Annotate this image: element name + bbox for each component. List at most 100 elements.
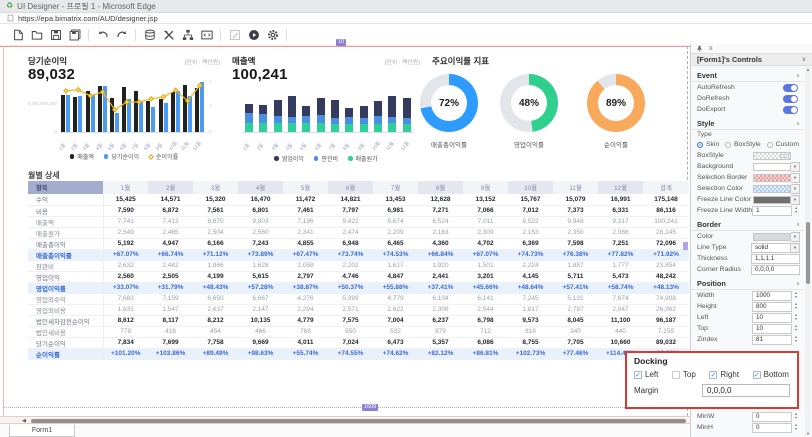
redo-icon[interactable] (112, 27, 131, 43)
scroll-left-icon[interactable]: ◀ (22, 418, 26, 424)
background-swatch[interactable] (753, 162, 791, 171)
column-header: 3월 (193, 181, 238, 194)
radio-icon[interactable] (766, 141, 773, 148)
property-row: MinH 0 ▲ ▼ (691, 422, 806, 433)
code-icon[interactable] (197, 27, 216, 43)
cell-value: 7,741 (103, 216, 148, 228)
spinner-arrows-icon[interactable]: ▲ ▼ (792, 313, 800, 323)
width-spinner[interactable]: 1000 (752, 290, 792, 301)
section-style[interactable]: Style ∧ (691, 118, 806, 130)
dropdown-icon[interactable]: ▼ (791, 194, 800, 205)
menu-icon[interactable]: ≡ (709, 46, 713, 52)
widget-revenue-chart[interactable]: 매출액 (단위 : 백만원) 100,241 1월 2월 3월 4월 5월 6월 7월 8월 9… (228, 51, 424, 169)
doexport-toggle[interactable] (783, 105, 798, 114)
dropdown-icon[interactable]: ▼ (791, 183, 800, 194)
cell-value: 6,798 (463, 315, 508, 327)
cell-value: 879 (418, 326, 463, 338)
height-spinner[interactable]: 800 (752, 301, 792, 312)
edit-icon[interactable] (225, 27, 244, 43)
open-folder-icon[interactable] (27, 27, 46, 43)
top-spinner[interactable]: 10 (752, 323, 792, 334)
section-event[interactable]: Event ∧ (691, 70, 806, 82)
cell-value: 4,746 (328, 271, 373, 283)
section-position[interactable]: Position ∧ (691, 278, 806, 290)
minw-spinner[interactable]: 0 (752, 411, 792, 422)
margin-input[interactable]: 0,0,0,0 (702, 384, 790, 397)
selection-color-swatch[interactable] (753, 184, 791, 193)
toolbar-separator (220, 28, 221, 41)
left-spinner[interactable]: 10 (752, 312, 792, 323)
ellipsis-button[interactable]: ... (780, 153, 789, 158)
horizontal-scrollbar[interactable]: ◀ (0, 416, 690, 424)
database-icon[interactable] (140, 27, 159, 43)
spinner-arrows-icon[interactable]: ▲ ▼ (792, 423, 800, 433)
settings-icon[interactable] (263, 27, 282, 43)
table-row: 당기순이익 7,834 7,699 7,758 9,669 4,011 7,024 6,473… (28, 337, 689, 349)
spinner-arrows-icon[interactable]: ▲ ▼ (792, 206, 800, 216)
radio-icon[interactable] (697, 141, 703, 148)
x-tick: 9월 (156, 143, 165, 152)
tab-form1[interactable]: Form1 (9, 425, 75, 437)
widget-net-income-chart[interactable]: 당기순이익 (단위 : 백만원) 89,032 6,000,000,000 0 … (24, 51, 224, 169)
scroll-down-icon[interactable]: ▼ (805, 431, 811, 436)
freeze-line-width-spinner[interactable]: 1 (752, 205, 793, 216)
autorefresh-toggle[interactable] (783, 83, 798, 92)
save-all-icon[interactable] (65, 27, 84, 43)
stack-segment (302, 123, 311, 132)
horizontal-scrollbar-thumb[interactable] (31, 418, 686, 423)
spinner-arrows-icon[interactable]: ▲ ▼ (792, 291, 800, 301)
column-header: 7월 (373, 181, 418, 194)
legend-label: 판관비 (321, 157, 339, 163)
bottom-checkbox[interactable]: ✓ (752, 370, 761, 379)
save-icon[interactable] (46, 27, 65, 43)
corner-radius-input[interactable]: 0,0,0,0 (751, 264, 800, 275)
controls-header[interactable]: [Form1]'s Controls ∨ (691, 53, 812, 66)
address-bar[interactable]: https://epa.bimatrix.com/AUD/designer.js… (0, 13, 812, 24)
spinner-arrows-icon[interactable]: ▲ ▼ (792, 412, 800, 422)
cell-value: 7,683 (103, 293, 148, 305)
scroll-up-icon[interactable]: ▲ (805, 67, 811, 72)
undo-icon[interactable] (93, 27, 112, 43)
tools-icon[interactable] (159, 27, 178, 43)
spinner-arrows-icon[interactable]: ▲ ▼ (792, 335, 800, 345)
boxstyle-swatch[interactable]: ... (753, 151, 791, 160)
section-border[interactable]: Border ∧ (691, 219, 806, 231)
radio-option-skin[interactable]: Skin (697, 141, 719, 148)
vertical-scrollbar-thumb[interactable] (806, 222, 810, 284)
monthly-table[interactable]: 항목 1월 2월 3월 4월 5월 6월 7월 8월 9월 10월 11월 12월 합계 수익 15,425… (28, 181, 689, 360)
widget-profit-ratio-donuts[interactable]: 주요이익률 지표 72% 매출총이익률 48% 영업이익률 89% 순이익률 (404, 51, 688, 169)
freeze-line-color-swatch[interactable] (753, 195, 791, 204)
design-canvas[interactable]: 1609 당기순이익 (단위 : 백만원) 89,032 6,000,000,0… (0, 46, 690, 416)
new-document-icon[interactable] (8, 27, 27, 43)
thickness-input[interactable]: 1,1,1,1 (751, 253, 800, 264)
cell-value: 2,465 (148, 227, 193, 239)
dropdown-icon[interactable]: ▼ (791, 231, 800, 242)
property-label: Thickness (697, 255, 728, 262)
dropdown-icon[interactable]: ▼ (791, 172, 800, 183)
dorefresh-toggle[interactable] (783, 94, 798, 103)
row-label: 매출총이익 (28, 238, 104, 250)
dropdown-icon[interactable]: ▼ (791, 242, 800, 253)
property-row: Corner Radius 0,0,0,0 (691, 264, 806, 275)
line-type-select[interactable]: solid (751, 242, 791, 253)
color-swatch[interactable] (753, 232, 791, 241)
run-icon[interactable] (244, 27, 263, 43)
sitemap-icon[interactable] (178, 27, 197, 43)
radio-option-custom[interactable]: Custom (766, 141, 799, 148)
spinner-arrows-icon[interactable]: ▲ ▼ (792, 302, 800, 312)
column-header: 4월 (238, 181, 283, 194)
cell-value: 2,153 (508, 227, 553, 239)
spinner-arrows-icon[interactable]: ▲ ▼ (792, 324, 800, 334)
right-checkbox[interactable]: ✓ (709, 370, 718, 379)
zindex-spinner[interactable]: 81 (752, 334, 792, 345)
radio-icon[interactable] (724, 141, 731, 148)
minh-spinner[interactable]: 0 (752, 422, 792, 433)
left-checkbox[interactable]: ✓ (634, 370, 642, 379)
selection-border-swatch[interactable] (753, 173, 791, 182)
pin-icon[interactable] (696, 45, 703, 52)
vertical-scrollbar[interactable]: ▲ ▼ (805, 67, 811, 436)
panel-title: 주요이익률 지표 (432, 56, 490, 66)
top-checkbox[interactable] (671, 370, 680, 379)
radio-option-boxstyle[interactable]: BoxStyle (724, 141, 761, 148)
dropdown-icon[interactable]: ▼ (791, 161, 800, 172)
